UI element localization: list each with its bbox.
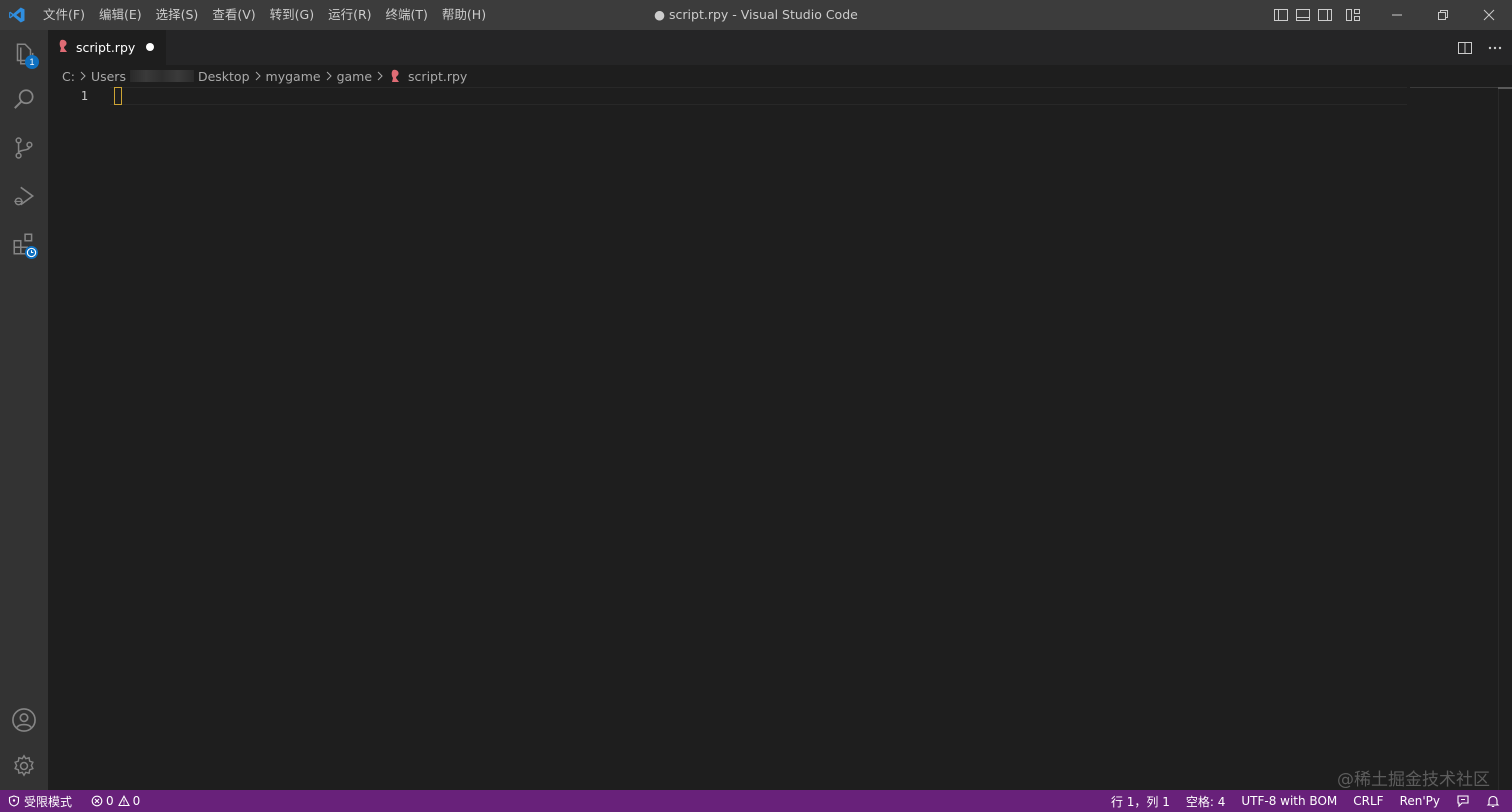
code-editor[interactable]: 1 @稀土掘金技术社区	[48, 87, 1512, 790]
title-actions	[1270, 0, 1512, 30]
error-icon	[91, 795, 103, 807]
scrollbar-cursor-marker	[1498, 87, 1512, 89]
menu-file[interactable]: 文件(F)	[36, 4, 92, 26]
menu-go[interactable]: 转到(G)	[263, 4, 321, 26]
cursor-position[interactable]: 行 1，列 1	[1103, 790, 1178, 812]
chevron-right-icon	[324, 71, 334, 81]
menu-help[interactable]: 帮助(H)	[435, 4, 493, 26]
more-actions-icon[interactable]	[1482, 35, 1508, 61]
search-icon[interactable]	[0, 76, 48, 124]
run-and-debug-icon[interactable]	[0, 172, 48, 220]
breadcrumb: C: Users Desktop mygame game script.rpy	[48, 65, 1512, 87]
clock-icon	[25, 246, 38, 259]
watermark: @稀土掘金技术社区	[1337, 770, 1490, 790]
breadcrumb-item[interactable]: mygame	[266, 69, 321, 84]
menu-terminal[interactable]: 终端(T)	[379, 4, 435, 26]
accounts-icon[interactable]	[0, 696, 48, 744]
customize-layout-icon[interactable]	[1342, 4, 1364, 26]
title-bar: 文件(F) 编辑(E) 选择(S) 查看(V) 转到(G) 运行(R) 终端(T…	[0, 0, 1512, 30]
tab-label: script.rpy	[76, 40, 136, 55]
text-cursor	[114, 87, 122, 105]
menu-view[interactable]: 查看(V)	[205, 4, 262, 26]
activity-bar: 1	[0, 30, 48, 790]
breadcrumb-item[interactable]: Desktop	[198, 69, 250, 84]
shield-icon	[8, 795, 20, 807]
current-line-highlight	[110, 87, 1407, 105]
notifications-bell-icon[interactable]	[1478, 790, 1508, 812]
menu-selection[interactable]: 选择(S)	[149, 4, 206, 26]
warning-icon	[117, 795, 130, 807]
explorer-badge: 1	[25, 55, 39, 69]
source-control-icon[interactable]	[0, 124, 48, 172]
breadcrumb-item[interactable]: game	[337, 69, 372, 84]
extensions-icon[interactable]	[0, 220, 48, 268]
restricted-mode-indicator[interactable]: 受限模式	[0, 790, 82, 812]
toggle-secondary-sidebar-icon[interactable]	[1314, 4, 1336, 26]
menu-edit[interactable]: 编辑(E)	[92, 4, 149, 26]
vertical-scrollbar[interactable]	[1498, 87, 1512, 790]
renpy-file-icon	[390, 69, 402, 83]
vscode-logo-icon	[0, 0, 34, 30]
chevron-right-icon	[253, 71, 263, 81]
unsaved-dot-icon[interactable]	[146, 43, 154, 51]
editor-tabs: script.rpy	[48, 30, 1512, 65]
menu-run[interactable]: 运行(R)	[321, 4, 378, 26]
explorer-icon[interactable]: 1	[0, 30, 48, 78]
problems-indicator[interactable]: 0 0	[81, 790, 148, 812]
status-bar: 受限模式 0 0 行 1，列 1 空格: 4 UTF-8 with BOM CR…	[0, 790, 1512, 812]
language-mode[interactable]: Ren'Py	[1392, 790, 1448, 812]
editor-actions	[1452, 30, 1512, 65]
indentation[interactable]: 空格: 4	[1178, 790, 1234, 812]
restricted-mode-label: 受限模式	[24, 794, 73, 809]
breadcrumb-item[interactable]: Users	[91, 69, 126, 84]
close-icon[interactable]	[1466, 0, 1512, 30]
tab-script-rpy[interactable]: script.rpy	[48, 30, 166, 65]
settings-gear-icon[interactable]	[0, 742, 48, 790]
menu-bar: 文件(F) 编辑(E) 选择(S) 查看(V) 转到(G) 运行(R) 终端(T…	[36, 0, 493, 30]
warning-count: 0	[132, 794, 141, 808]
error-count: 0	[106, 794, 114, 808]
encoding[interactable]: UTF-8 with BOM	[1233, 790, 1345, 812]
breadcrumb-item[interactable]: C:	[62, 69, 75, 84]
breadcrumb-item[interactable]: script.rpy	[408, 69, 467, 84]
chevron-right-icon	[78, 71, 88, 81]
toggle-primary-sidebar-icon[interactable]	[1270, 4, 1292, 26]
feedback-icon[interactable]	[1448, 790, 1478, 812]
chevron-right-icon	[375, 71, 385, 81]
renpy-file-icon	[58, 39, 70, 57]
toggle-panel-icon[interactable]	[1292, 4, 1314, 26]
redacted-username	[129, 70, 194, 82]
split-editor-icon[interactable]	[1452, 35, 1478, 61]
end-of-line[interactable]: CRLF	[1345, 790, 1391, 812]
minimize-icon[interactable]	[1374, 0, 1420, 30]
line-number: 1	[80, 89, 88, 103]
minimap[interactable]	[1410, 87, 1500, 88]
restore-icon[interactable]	[1420, 0, 1466, 30]
